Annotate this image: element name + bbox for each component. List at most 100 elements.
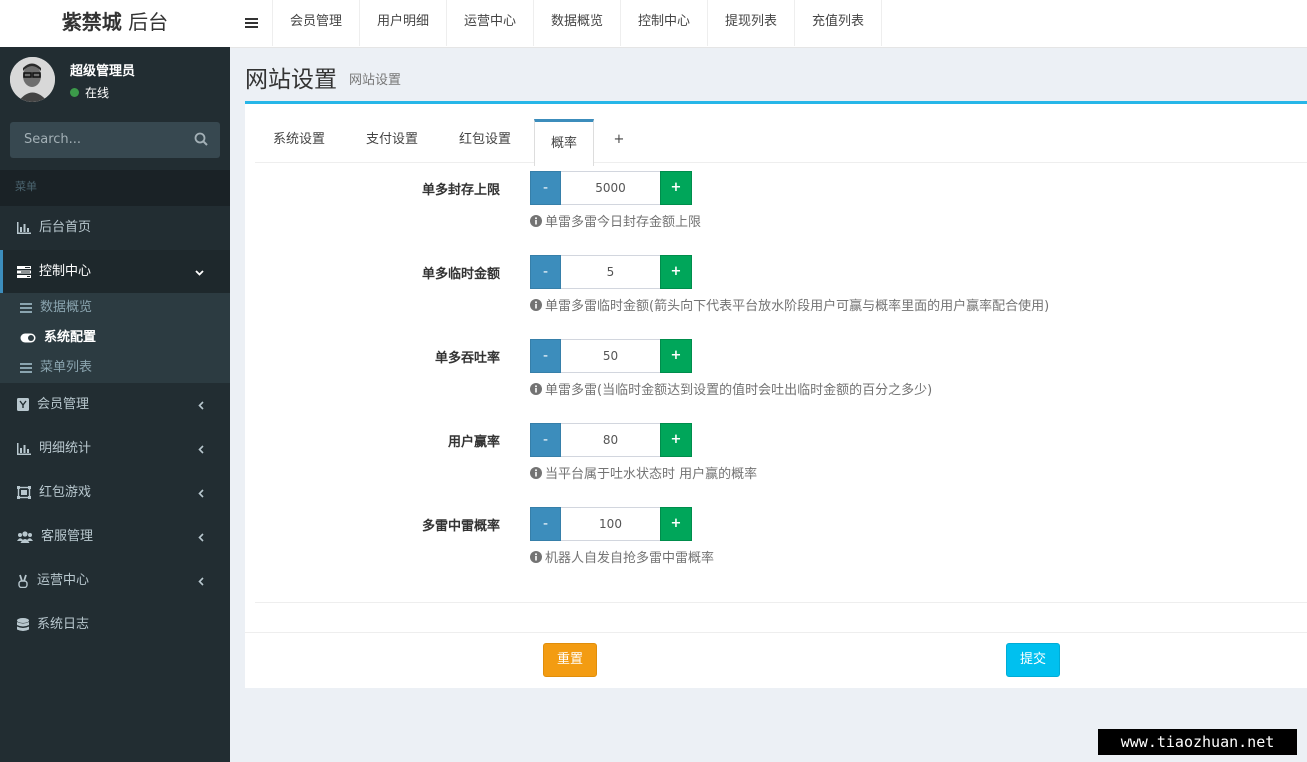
tab-system-settings[interactable]: 系统设置 — [255, 116, 343, 162]
submenu-item-menu-list[interactable]: 菜单列表 — [20, 353, 92, 383]
chevron-left-icon — [198, 471, 212, 515]
chevron-down-icon — [195, 250, 212, 294]
tab-payment-settings[interactable]: 支付设置 — [348, 116, 436, 162]
sidebar-item-label: 控制中心 — [39, 264, 92, 279]
sidebar-item-label: 明细统计 — [39, 441, 92, 456]
help-text-label: 单雷多雷今日封存金额上限 — [545, 215, 702, 230]
field-label: 多雷中雷概率 — [421, 519, 500, 534]
number-input[interactable]: 80 — [561, 423, 660, 457]
avatar — [10, 57, 55, 102]
divider — [245, 632, 1307, 633]
field-label: 单多临时金额 — [421, 267, 500, 282]
sidebar-toggle-button[interactable] — [230, 0, 273, 46]
submenu-item-system-config[interactable]: 系统配置 — [20, 323, 96, 353]
list-icon — [20, 302, 32, 313]
number-input[interactable]: 50 — [561, 339, 660, 373]
sidebar-search[interactable]: Search... — [10, 122, 220, 158]
help-text-label: 单雷多雷临时金额(箭头向下代表平台放水阶段用户可赢与概率里面的用户赢率配合使用) — [545, 299, 1050, 314]
topnav-item-data-overview[interactable]: 数据概览 — [534, 0, 621, 46]
topnav-item-operations[interactable]: 运营中心 — [447, 0, 534, 46]
chevron-left-icon — [198, 515, 212, 559]
help-text: 单雷多雷临时金额(箭头向下代表平台放水阶段用户可赢与概率里面的用户赢率配合使用) — [530, 295, 1049, 314]
bar-chart-icon — [17, 442, 31, 455]
submit-button[interactable]: 提交 — [1006, 643, 1060, 677]
sidebar-item-system-log[interactable]: 系统日志 — [0, 603, 230, 647]
number-input[interactable]: 5 — [561, 255, 660, 289]
field-label: 用户赢率 — [447, 435, 500, 450]
chevron-left-icon — [198, 383, 212, 427]
tasks-icon — [17, 265, 31, 278]
brand-name-bold: 紫禁城 — [61, 10, 122, 34]
sidebar-item-customer-service[interactable]: 客服管理 — [0, 515, 230, 559]
increment-button[interactable]: + — [660, 423, 692, 457]
tab-probability[interactable]: 概率 — [534, 119, 594, 166]
increment-button[interactable]: + — [660, 339, 692, 373]
topnav-item-recharge-list[interactable]: 充值列表 — [795, 0, 882, 46]
brand-logo[interactable]: 紫禁城 后台 — [0, 0, 230, 48]
number-input[interactable]: 100 — [561, 507, 660, 541]
info-circle-icon — [530, 299, 542, 311]
sidebar-item-control-center[interactable]: 控制中心 — [0, 250, 230, 294]
tab-red-packet-settings[interactable]: 红包设置 — [441, 116, 529, 162]
help-text: 单雷多雷今日封存金额上限 — [530, 211, 701, 230]
help-text-label: 机器人自发自抢多雷中雷概率 — [545, 551, 715, 566]
info-circle-icon — [530, 467, 542, 479]
search-icon[interactable] — [194, 132, 208, 146]
search-input[interactable]: Search... — [24, 132, 81, 147]
decrement-button[interactable]: - — [530, 171, 561, 205]
watermark: www.tiaozhuan.net — [1098, 729, 1297, 755]
reset-button[interactable]: 重置 — [543, 643, 597, 677]
form-row: 单多临时金额 - 5 + 单雷多雷临时金额(箭头向下代表平台放水阶段用户可赢与概… — [245, 255, 1307, 339]
quantity-stepper: - 5 + — [530, 255, 692, 289]
form-row: 多雷中雷概率 - 100 + 机器人自发自抢多雷中雷概率 — [245, 507, 1307, 591]
user-panel: 超级管理员 在线 — [0, 47, 230, 122]
decrement-button[interactable]: - — [530, 255, 561, 289]
info-circle-icon — [530, 551, 542, 563]
sidebar-item-dashboard[interactable]: 后台首页 — [0, 206, 230, 250]
topnav-item-user-detail[interactable]: 用户明细 — [360, 0, 447, 46]
database-icon — [17, 617, 29, 631]
settings-tabs: 系统设置 支付设置 红包设置 概率 + — [255, 116, 1307, 166]
top-navbar: 会员管理 用户明细 运营中心 数据概览 控制中心 提现列表 充值列表 — [230, 0, 1307, 48]
increment-button[interactable]: + — [660, 507, 692, 541]
submenu-item-data-overview[interactable]: 数据概览 — [20, 293, 92, 323]
hand-peace-icon — [18, 574, 28, 588]
increment-button[interactable]: + — [660, 171, 692, 205]
bar-chart-icon — [17, 221, 31, 234]
info-circle-icon — [530, 383, 542, 395]
form-row: 用户赢率 - 80 + 当平台属于吐水状态时 用户赢的概率 — [245, 423, 1307, 507]
tab-add[interactable]: + — [604, 116, 634, 162]
decrement-button[interactable]: - — [530, 507, 561, 541]
list-icon — [20, 362, 32, 373]
topnav-item-member[interactable]: 会员管理 — [273, 0, 360, 46]
page-title: 网站设置 — [245, 67, 337, 93]
menu-header: 菜单 — [0, 170, 230, 206]
quantity-stepper: - 80 + — [530, 423, 692, 457]
sidebar-item-label: 运营中心 — [37, 573, 90, 588]
online-dot-icon — [70, 88, 79, 97]
submenu-item-label: 菜单列表 — [40, 360, 93, 375]
form-row: 单多吞吐率 - 50 + 单雷多雷(当临时金额达到设置的值时会吐出临时金额的百分… — [245, 339, 1307, 423]
form-row: 单多封存上限 - 5000 + 单雷多雷今日封存金额上限 — [245, 171, 1307, 255]
chevron-left-icon — [198, 559, 212, 603]
number-input[interactable]: 5000 — [561, 171, 660, 205]
quantity-stepper: - 100 + — [530, 507, 692, 541]
sidebar-item-member-management[interactable]: 会员管理 — [0, 383, 230, 427]
increment-button[interactable]: + — [660, 255, 692, 289]
sidebar-item-label: 会员管理 — [37, 397, 90, 412]
sidebar-item-label: 客服管理 — [41, 529, 94, 544]
topnav-item-withdraw-list[interactable]: 提现列表 — [708, 0, 795, 46]
sidebar-item-detail-stats[interactable]: 明细统计 — [0, 427, 230, 471]
user-status: 在线 — [70, 84, 109, 101]
decrement-button[interactable]: - — [530, 339, 561, 373]
sidebar-item-operations-center[interactable]: 运营中心 — [0, 559, 230, 603]
info-circle-icon — [530, 215, 542, 227]
sidebar-item-label: 后台首页 — [39, 220, 92, 235]
decrement-button[interactable]: - — [530, 423, 561, 457]
settings-box: 系统设置 支付设置 红包设置 概率 + 单多封存上限 - 5000 + 单雷多雷… — [245, 101, 1307, 688]
sidebar: 超级管理员 在线 Search... 菜单 后台首页 控制中心 数据概览 系统配… — [0, 47, 230, 762]
chevron-left-icon — [198, 427, 212, 471]
topnav-item-control-center[interactable]: 控制中心 — [621, 0, 708, 46]
submenu-item-label: 数据概览 — [40, 300, 93, 315]
sidebar-item-red-packet-game[interactable]: 红包游戏 — [0, 471, 230, 515]
